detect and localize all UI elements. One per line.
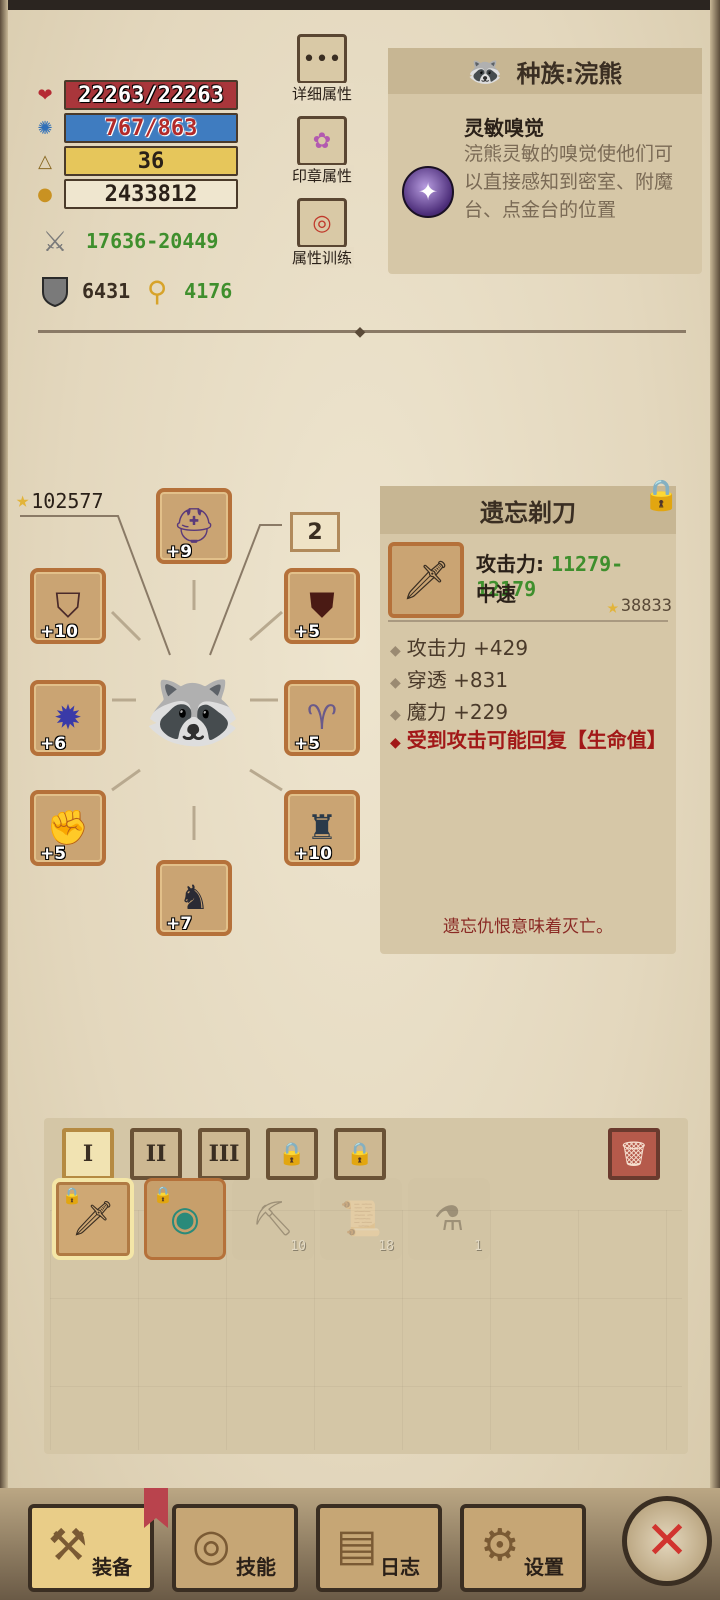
pants-level: +10: [294, 844, 332, 864]
shoulder-slot[interactable]: ⛉ +10: [30, 568, 106, 644]
affix-text: 攻击力 +429: [406, 636, 529, 660]
inventory-item-map[interactable]: 📜 18: [320, 1178, 402, 1260]
journal-book-icon: ▤: [336, 1520, 378, 1571]
tab-page-1[interactable]: I: [62, 1128, 114, 1180]
diamond-bullet-icon: ◆: [390, 675, 401, 691]
potion-icon: ⚗: [433, 1199, 465, 1239]
tab-page-2[interactable]: II: [130, 1128, 182, 1180]
gear-icon: ⚙: [480, 1520, 520, 1571]
item-attack-label: 攻击力:: [476, 552, 551, 576]
skill-target-icon: ◎: [192, 1520, 231, 1571]
nav-equip[interactable]: ⚒ 装备: [28, 1488, 168, 1592]
amulet-slot[interactable]: ♈ +5: [284, 680, 360, 756]
armor-icon: ⛊: [309, 586, 335, 626]
map-scroll-icon: 📜: [339, 1199, 383, 1239]
helmet-icon: ⛑: [172, 506, 216, 546]
ram-horns-icon: ♈: [306, 698, 338, 738]
item-separator: [388, 620, 668, 622]
star-icon: ★: [606, 594, 619, 618]
bookmark-icon: [144, 1488, 168, 1528]
affix-text: 魔力 +229: [406, 700, 509, 724]
close-icon: ✕: [645, 1511, 689, 1571]
trash-button[interactable]: 🗑: [608, 1128, 660, 1180]
gloves-level: +5: [40, 844, 67, 864]
nav-settings-label: 设置: [524, 1555, 564, 1579]
inventory-item-serpent[interactable]: 🔒 ◉: [144, 1178, 226, 1260]
item-name: 遗忘剃刀: [380, 486, 676, 534]
lock-icon: 🔒: [278, 1141, 306, 1167]
lock-icon: 🔒: [62, 1186, 82, 1205]
item-score-value: 38833: [620, 596, 672, 616]
nav-log-label: 日志: [380, 1555, 420, 1579]
special-affix-text: 受到攻击可能回复【生命值】: [406, 728, 667, 752]
helmet-level: +9: [166, 542, 193, 562]
weapon-level: +6: [40, 734, 67, 754]
close-button[interactable]: ✕: [622, 1496, 712, 1586]
nav-equip-label: 装备: [92, 1555, 132, 1579]
shoulder-icon: ⛉: [55, 586, 81, 626]
nav-log[interactable]: ▤ 日志: [316, 1504, 442, 1592]
affix-row: ◆ 魔力 +229: [390, 696, 508, 725]
boots-level: +7: [166, 914, 193, 934]
special-affix: ◆ 受到攻击可能回复【生命值】: [390, 726, 672, 757]
item-count: 18: [378, 1239, 394, 1254]
pants-slot[interactable]: ♜ +10: [284, 790, 360, 866]
item-count: 10: [290, 1239, 306, 1254]
lock-icon[interactable]: 🔒: [643, 478, 680, 513]
boots-icon: ♞: [178, 878, 210, 918]
affix-row: ◆ 攻击力 +429: [390, 632, 528, 661]
gauntlet-icon: ✊: [46, 808, 90, 848]
item-speed: 中速: [476, 582, 516, 606]
inventory-item-pickaxe[interactable]: ⛏ 10: [232, 1178, 314, 1260]
lock-icon: 🔒: [346, 1141, 374, 1167]
diamond-bullet-icon: ◆: [390, 735, 401, 751]
boots-slot[interactable]: ♞ +7: [156, 860, 232, 936]
nav-skills-label: 技能: [236, 1555, 276, 1579]
item-count: 1: [474, 1239, 482, 1254]
diamond-bullet-icon: ◆: [390, 643, 401, 659]
helmet-slot[interactable]: ⛑ +9: [156, 488, 232, 564]
weapon-slot[interactable]: ✹ +6: [30, 680, 106, 756]
tab-page-3[interactable]: III: [198, 1128, 250, 1180]
affix-row: ◆ 穿透 +831: [390, 664, 508, 693]
razor-blade-icon: 🗡: [71, 1199, 115, 1239]
nav-settings[interactable]: ⚙ 设置: [460, 1504, 586, 1592]
armor-slot[interactable]: ⛊ +5: [284, 568, 360, 644]
armor-level: +5: [294, 622, 321, 642]
raccoon-hero-avatar: 🦝: [143, 664, 243, 757]
item-flavor-text: 遗忘仇恨意味着灭亡。: [443, 917, 613, 937]
bottom-nav: ⚒ 装备 ◎ 技能 ▤ 日志 ⚙ 设置 ✕: [0, 1488, 720, 1600]
amulet-level: +5: [294, 734, 321, 754]
firework-rocket-icon: ✹: [53, 698, 83, 738]
tab-locked-4[interactable]: 🔒: [266, 1128, 318, 1180]
tab-locked-5[interactable]: 🔒: [334, 1128, 386, 1180]
item-detail-panel: 遗忘剃刀 🔒 🗡 攻击力: 11279-12179 中速 ★ 38833 ◆ 攻击…: [380, 478, 680, 954]
lock-icon: 🔒: [153, 1185, 173, 1204]
inventory-panel: I II III 🔒 🔒 🗑 🔒 🗡 🔒 ◉ ⛏ 10 📜 18 ⚗ 1: [44, 1118, 688, 1454]
battle-axe-icon: ⚒: [48, 1520, 88, 1571]
diamond-bullet-icon: ◆: [390, 707, 401, 723]
coiled-serpent-icon: ◉: [170, 1199, 200, 1239]
gloves-slot[interactable]: ✊ +5: [30, 790, 106, 866]
razor-blade-icon: 🗡: [388, 542, 464, 618]
inventory-item-razor[interactable]: 🔒 🗡: [52, 1178, 134, 1260]
trash-icon: 🗑: [618, 1140, 650, 1168]
inventory-item-potion[interactable]: ⚗ 1: [408, 1178, 490, 1260]
affix-text: 穿透 +831: [406, 668, 509, 692]
pickaxe-icon: ⛏: [251, 1199, 295, 1239]
shoulder-level: +10: [40, 622, 78, 642]
armored-figure-icon: ♜: [306, 808, 338, 848]
nav-skills[interactable]: ◎ 技能: [172, 1504, 298, 1592]
item-score: ★ 38833: [607, 594, 672, 618]
game-screen: ❤ 22263/22263 ✺ 767/863 △ 36 ● 2433812 ⚔…: [0, 0, 720, 1600]
